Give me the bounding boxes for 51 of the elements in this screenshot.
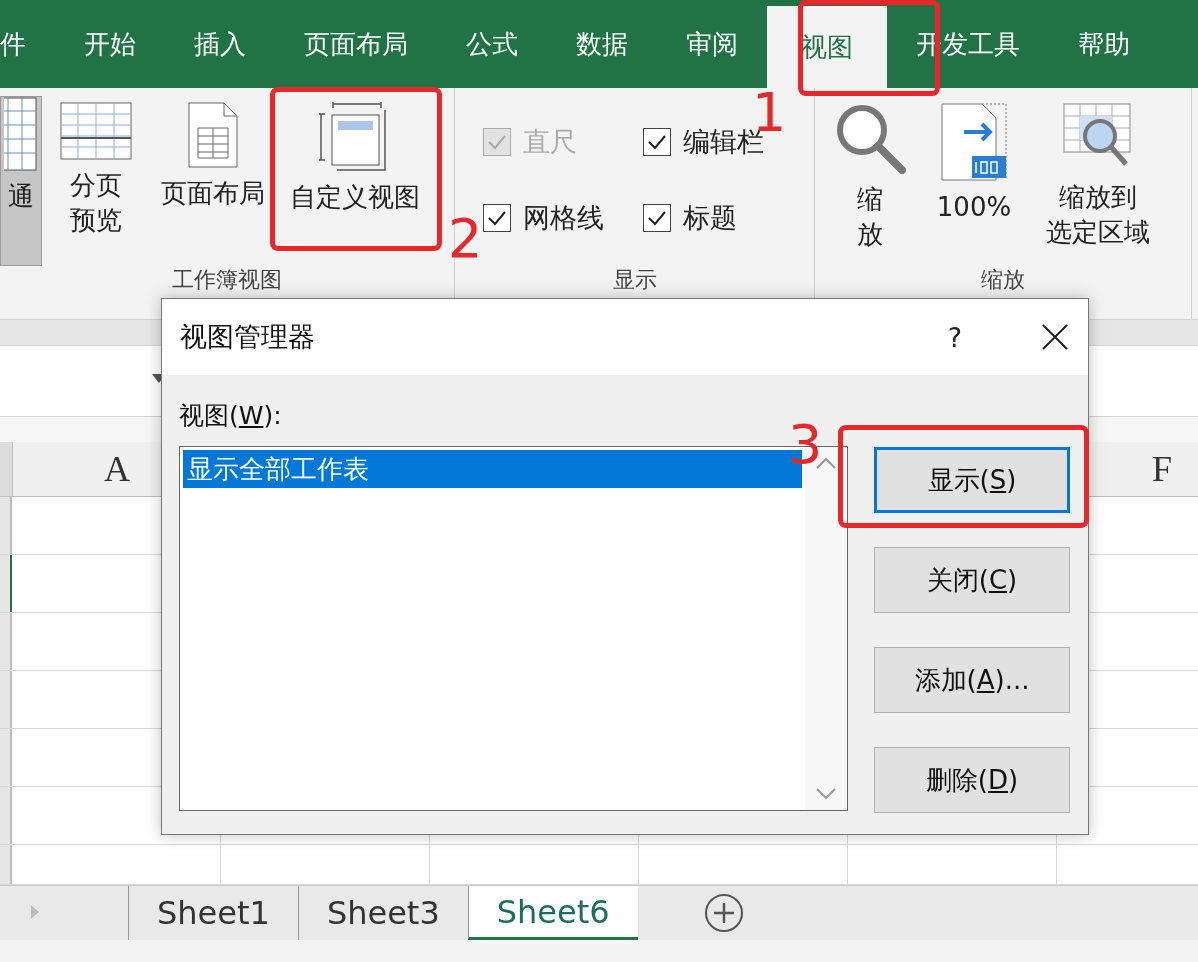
ribbon-tab[interactable]: 帮助 (1049, 0, 1159, 88)
scroll-right-icon[interactable] (30, 904, 40, 920)
help-button[interactable]: ? (947, 321, 962, 353)
magnifier-icon (834, 102, 906, 174)
dialog-title: 视图管理器 (180, 320, 316, 354)
close-icon[interactable] (1042, 324, 1068, 350)
checkbox-label: 直尺 (523, 125, 577, 159)
dialog-button[interactable]: 删除(D) (874, 747, 1070, 813)
step-number: 2 (448, 212, 483, 266)
dialog-button[interactable]: 显示(S) (874, 447, 1070, 513)
ribbon-button[interactable]: 分页 预览 (42, 96, 150, 238)
check-icon (647, 134, 667, 150)
check-icon (647, 210, 667, 226)
page-icon (188, 102, 238, 168)
ribbon-button[interactable]: 缩放到 选定区域 (1023, 96, 1173, 250)
check-icon (487, 134, 507, 150)
ribbon-tab[interactable]: 审阅 (657, 0, 767, 88)
ribbon-button[interactable]: 自定义视图 (276, 96, 434, 215)
ribbon-button[interactable]: 通 (0, 96, 42, 266)
checkbox-label: 网格线 (523, 201, 604, 235)
list-label: 视图(W): (179, 400, 283, 432)
ribbon-tab[interactable]: 公式 (437, 0, 547, 88)
checkbox[interactable] (643, 204, 671, 232)
ribbon-button[interactable]: 页面布局 (150, 96, 276, 211)
check-icon (487, 210, 507, 226)
dialog-button[interactable]: 添加(A)... (874, 647, 1070, 713)
scroll-down-icon[interactable] (816, 788, 836, 800)
group-label: 工作簿视图 (172, 267, 282, 292)
zoom-100-icon (940, 102, 1008, 182)
ribbon-tab[interactable]: 数据 (547, 0, 657, 88)
grid-icon (60, 102, 132, 160)
sheet-tab[interactable]: Sheet6 (467, 886, 638, 940)
column-header: F (1152, 448, 1172, 490)
row-header[interactable] (0, 555, 12, 612)
add-sheet-icon[interactable] (703, 893, 744, 933)
column-header: A (104, 448, 130, 490)
ribbon-tab[interactable]: 插入 (165, 0, 275, 88)
sheet-icon (4, 97, 38, 171)
ribbon-tab[interactable]: 开始 (55, 0, 165, 88)
checkbox[interactable] (483, 204, 511, 232)
checkbox-label: 标题 (683, 201, 737, 235)
select-all-corner[interactable] (0, 442, 13, 496)
group-label: 缩放 (981, 267, 1025, 292)
ribbon-button[interactable]: 缩 放 (815, 96, 925, 252)
ribbon-button[interactable]: 100% (925, 96, 1023, 225)
checkbox[interactable] (643, 128, 671, 156)
ribbon-tab[interactable]: 视图 (767, 6, 887, 88)
group-label: 显示 (612, 267, 657, 292)
dialog-button[interactable]: 关闭(C) (874, 547, 1070, 613)
ribbon-tab[interactable]: 件 (0, 0, 55, 88)
ribbon-tab[interactable]: 页面布局 (275, 0, 437, 88)
